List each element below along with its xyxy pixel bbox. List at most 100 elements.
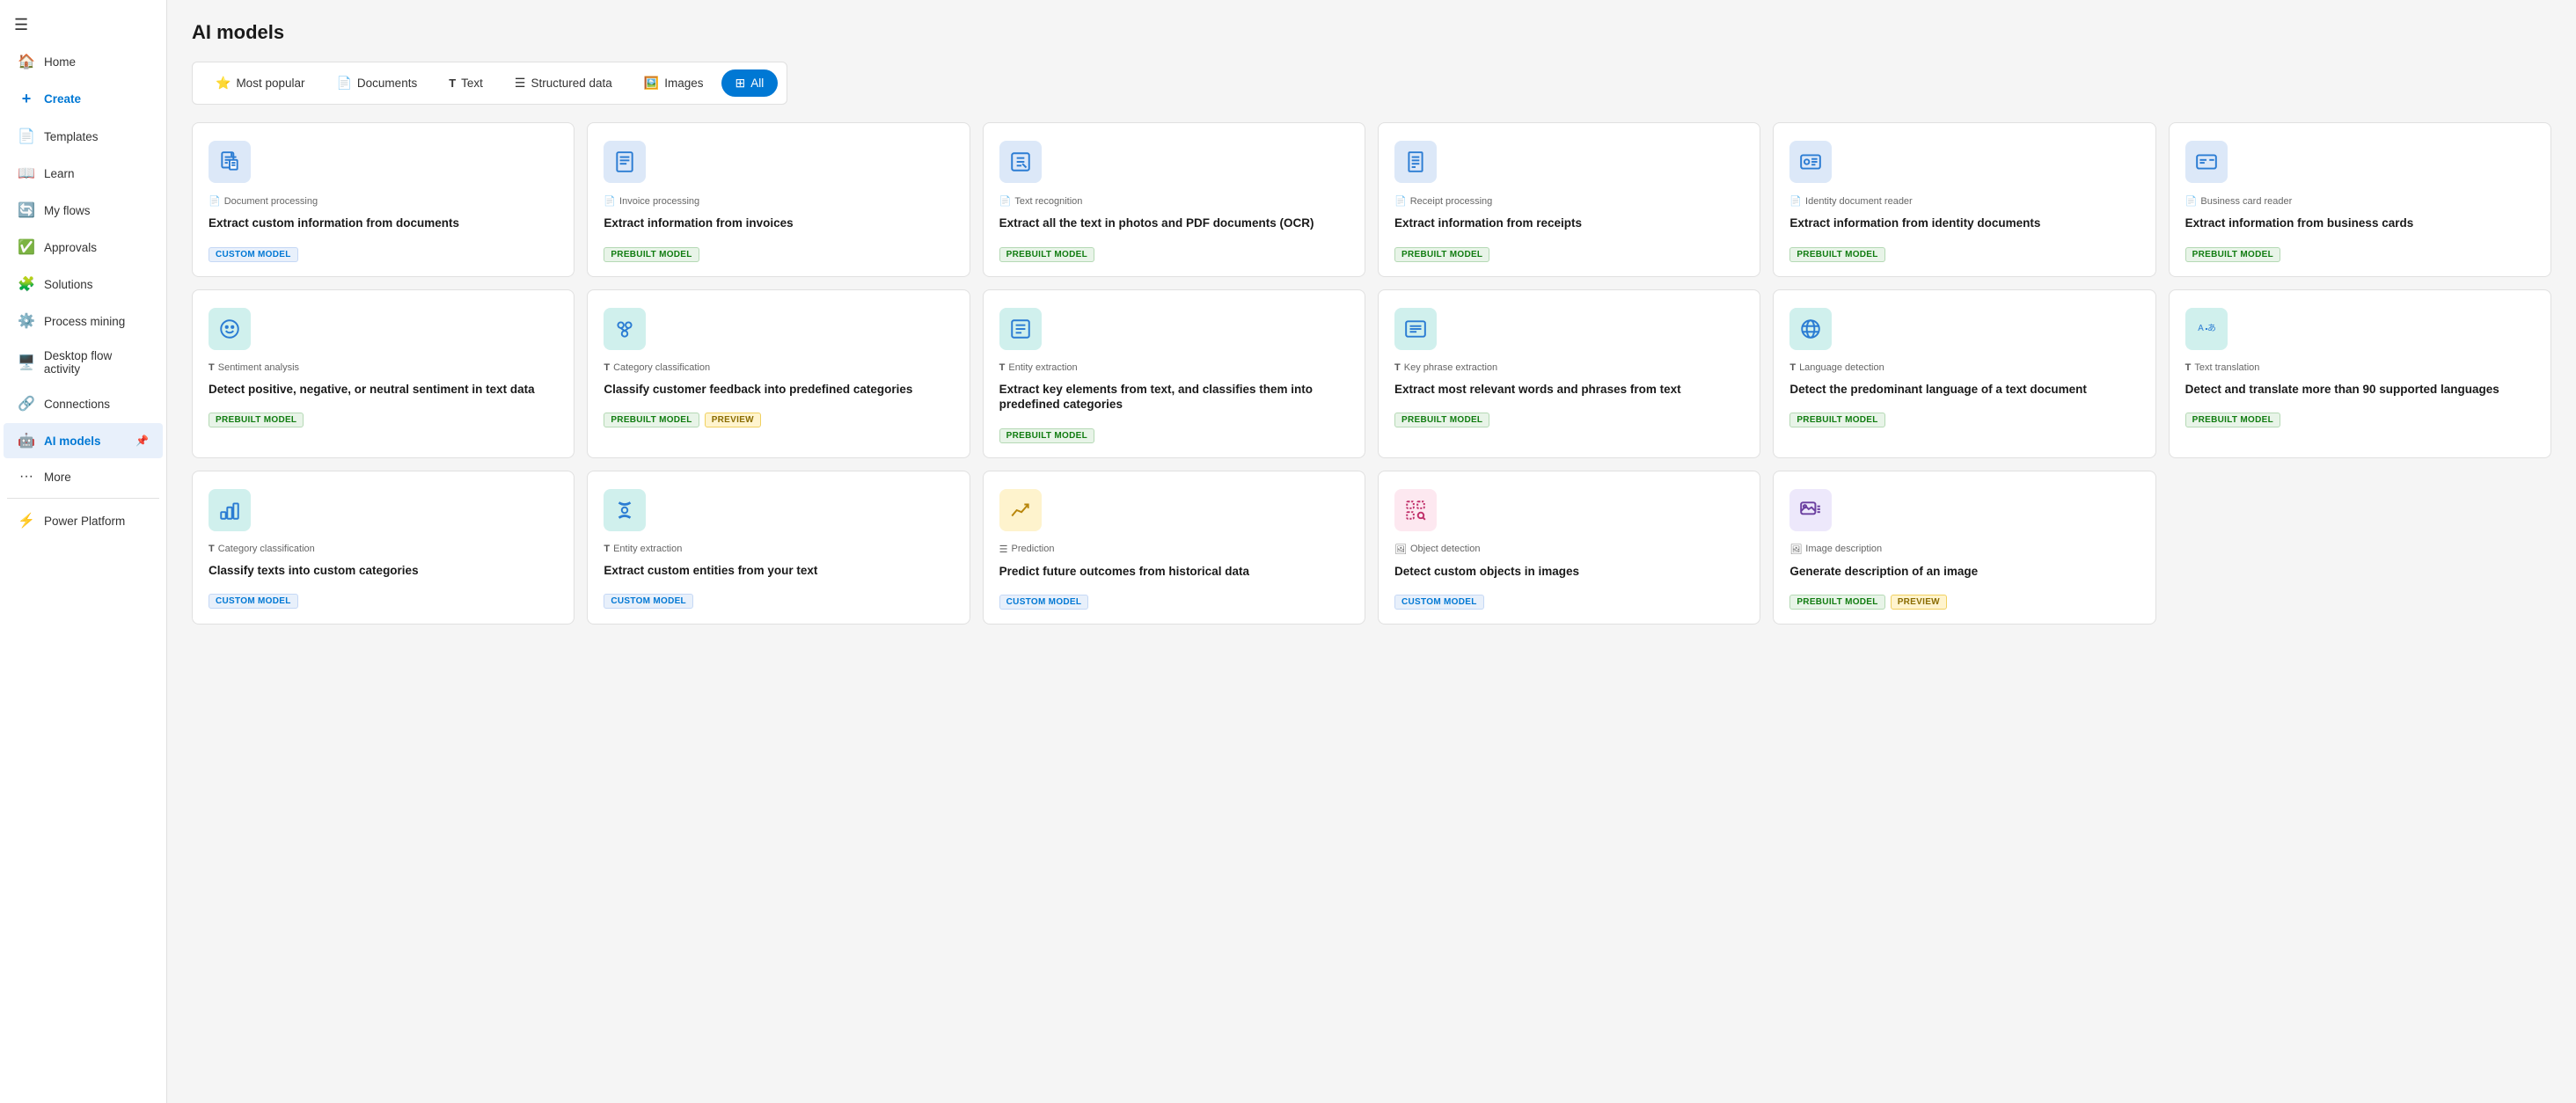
tab-images[interactable]: 🖼️ Images <box>630 69 718 97</box>
sidebar-item-process-mining[interactable]: ⚙️ Process mining <box>4 303 163 339</box>
sidebar-item-more[interactable]: ··· More <box>4 460 163 493</box>
type-icon: 📄 <box>1394 195 1407 207</box>
card-entity-extraction-custom[interactable]: T Entity extraction Extract custom entit… <box>587 471 970 625</box>
sidebar-item-home[interactable]: 🏠 Home <box>4 44 163 79</box>
sidebar-item-my-flows[interactable]: 🔄 My flows <box>4 193 163 228</box>
sidebar-item-templates[interactable]: 📄 Templates <box>4 119 163 154</box>
approvals-icon: ✅ <box>18 238 35 256</box>
tab-documents[interactable]: 📄 Documents <box>322 69 431 97</box>
tab-most-popular[interactable]: ⭐ Most popular <box>201 69 318 97</box>
sidebar-label-create: Create <box>44 92 81 106</box>
card-icon <box>604 308 646 350</box>
badge-row: PREBUILT MODEL <box>604 247 953 262</box>
sidebar-label-power-platform: Power Platform <box>44 515 125 528</box>
card-type: T Key phrase extraction <box>1394 362 1744 373</box>
card-icon <box>209 141 251 183</box>
sidebar-item-desktop-flow-activity[interactable]: 🖥️ Desktop flow activity <box>4 340 163 384</box>
badge-row: CUSTOM MODEL <box>209 247 558 262</box>
card-image-description[interactable]: 🖼 Image description Generate description… <box>1773 471 2155 625</box>
card-object-detection[interactable]: 🖼 Object detection Detect custom objects… <box>1378 471 1760 625</box>
type-icon: 📄 <box>1789 195 1802 207</box>
card-doc-processing[interactable]: 📄 Document processing Extract custom inf… <box>192 122 574 277</box>
badge-row: CUSTOM MODEL <box>604 594 953 609</box>
badge-prebuilt: PREBUILT MODEL <box>1789 595 1884 610</box>
card-type: 📄 Text recognition <box>999 195 1349 207</box>
badge-row: PREBUILT MODEL <box>1394 413 1744 427</box>
card-business-card-reader[interactable]: 📄 Business card reader Extract informati… <box>2169 122 2551 277</box>
sidebar-label-solutions: Solutions <box>44 278 93 291</box>
sidebar-label-approvals: Approvals <box>44 241 97 254</box>
sidebar-item-learn[interactable]: 📖 Learn <box>4 156 163 191</box>
card-type: 🖼 Image description <box>1789 544 2139 555</box>
card-title: Detect and translate more than 90 suppor… <box>2185 382 2535 398</box>
sidebar: ☰ 🏠 Home + Create 📄 Templates 📖 Learn 🔄 … <box>0 0 167 1103</box>
card-icon <box>604 489 646 531</box>
type-icon: T <box>2185 362 2192 373</box>
card-category-classification-custom[interactable]: T Category classification Classify texts… <box>192 471 574 625</box>
tab-structured-data[interactable]: ☰ Structured data <box>501 69 626 97</box>
create-icon: + <box>18 90 35 108</box>
card-identity-doc-reader[interactable]: 📄 Identity document reader Extract infor… <box>1773 122 2155 277</box>
badge-custom: CUSTOM MODEL <box>209 247 298 262</box>
badge-row: CUSTOM MODEL <box>1394 595 1744 610</box>
sidebar-label-more: More <box>44 471 71 484</box>
type-icon: ☰ <box>999 544 1008 555</box>
my-flows-icon: 🔄 <box>18 201 35 219</box>
page-title: AI models <box>192 21 2551 44</box>
card-receipt-processing[interactable]: 📄 Receipt processing Extract information… <box>1378 122 1760 277</box>
sidebar-item-connections[interactable]: 🔗 Connections <box>4 386 163 421</box>
sidebar-item-power-platform[interactable]: ⚡ Power Platform <box>4 503 163 538</box>
card-type: T Sentiment analysis <box>209 362 558 373</box>
type-icon: T <box>999 362 1006 373</box>
card-icon <box>999 308 1042 350</box>
card-title: Extract information from invoices <box>604 215 953 231</box>
sidebar-label-connections: Connections <box>44 398 110 411</box>
badge-prebuilt: PREBUILT MODEL <box>604 413 699 427</box>
badge-row: PREBUILT MODEL <box>209 413 558 427</box>
card-icon <box>1789 308 1832 350</box>
tab-all[interactable]: ⊞ All <box>721 69 779 97</box>
sidebar-label-templates: Templates <box>44 130 99 143</box>
ai-models-pin-icon: 📌 <box>135 435 149 447</box>
sidebar-item-approvals[interactable]: ✅ Approvals <box>4 230 163 265</box>
badge-row: PREBUILT MODEL <box>2185 413 2535 427</box>
card-title: Predict future outcomes from historical … <box>999 564 1349 580</box>
card-invoice-processing[interactable]: 📄 Invoice processing Extract information… <box>587 122 970 277</box>
card-type: T Entity extraction <box>604 544 953 554</box>
sidebar-item-create[interactable]: + Create <box>4 81 163 117</box>
card-icon <box>209 308 251 350</box>
card-title: Classify customer feedback into predefin… <box>604 382 953 398</box>
badge-row: CUSTOM MODEL <box>999 595 1349 610</box>
tab-text[interactable]: T Text <box>435 70 497 96</box>
card-key-phrase-extraction[interactable]: T Key phrase extraction Extract most rel… <box>1378 289 1760 458</box>
badge-prebuilt: PREBUILT MODEL <box>604 247 699 262</box>
svg-text:あ: あ <box>2207 323 2216 333</box>
card-type: T Text translation <box>2185 362 2535 373</box>
card-category-classification[interactable]: T Category classification Classify custo… <box>587 289 970 458</box>
most-popular-icon: ⭐ <box>216 76 231 91</box>
templates-icon: 📄 <box>18 128 35 145</box>
card-text-recognition[interactable]: 📄 Text recognition Extract all the text … <box>983 122 1365 277</box>
card-entity-extraction[interactable]: T Entity extraction Extract key elements… <box>983 289 1365 458</box>
type-icon: 📄 <box>999 195 1012 207</box>
card-prediction[interactable]: ☰ Prediction Predict future outcomes fro… <box>983 471 1365 625</box>
sidebar-divider <box>7 498 159 499</box>
sidebar-label-home: Home <box>44 55 76 69</box>
card-type: 📄 Identity document reader <box>1789 195 2139 207</box>
card-icon <box>1394 141 1437 183</box>
card-language-detection[interactable]: T Language detection Detect the predomin… <box>1773 289 2155 458</box>
more-icon: ··· <box>18 469 35 485</box>
sidebar-label-learn: Learn <box>44 167 75 180</box>
card-icon <box>1789 141 1832 183</box>
structured-data-icon: ☰ <box>515 76 526 91</box>
card-sentiment-analysis[interactable]: T Sentiment analysis Detect positive, ne… <box>192 289 574 458</box>
badge-preview: PREVIEW <box>705 413 761 427</box>
badge-preview: PREVIEW <box>1891 595 1947 610</box>
badge-row: PREBUILT MODEL <box>2185 247 2535 262</box>
sidebar-item-solutions[interactable]: 🧩 Solutions <box>4 267 163 302</box>
sidebar-item-ai-models[interactable]: 🤖 AI models 📌 <box>4 423 163 458</box>
card-type: T Language detection <box>1789 362 2139 373</box>
hamburger-menu[interactable]: ☰ <box>0 7 166 43</box>
badge-prebuilt: PREBUILT MODEL <box>1789 247 1884 262</box>
card-text-translation[interactable]: Aあ T Text translation Detect and transla… <box>2169 289 2551 458</box>
